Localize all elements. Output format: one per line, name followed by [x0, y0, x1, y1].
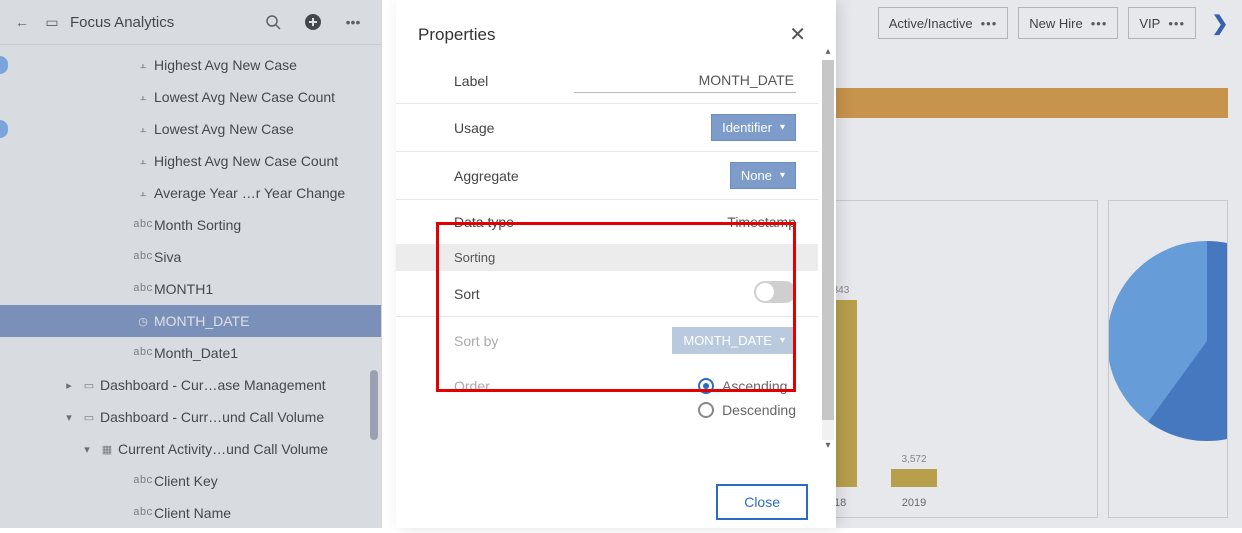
usage-field-label: Usage: [454, 120, 574, 136]
usage-value: Identifier: [722, 120, 772, 135]
usage-row: Usage Identifier ▾: [396, 104, 818, 152]
explorer-sidebar: ← ▭ Focus Analytics ••• Highest Avg New …: [0, 0, 382, 528]
tree-item[interactable]: Average Year …r Year Change: [0, 177, 381, 209]
label-field-label: Label: [454, 73, 574, 89]
sortby-value: MONTH_DATE: [683, 333, 772, 348]
tree-item-label: Lowest Avg New Case Count: [154, 89, 371, 105]
tree-item[interactable]: abcClient Name: [0, 497, 381, 529]
tree-item-label: Month_Date1: [154, 345, 371, 361]
sort-row: Sort: [396, 271, 818, 317]
tree-item[interactable]: Highest Avg New Case: [0, 49, 381, 81]
bar[interactable]: 3,572: [888, 454, 940, 487]
tree-item[interactable]: Highest Avg New Case Count: [0, 145, 381, 177]
aggregate-value: None: [741, 168, 772, 183]
add-icon[interactable]: [301, 10, 325, 34]
field-tree: Highest Avg New Case Lowest Avg New Case …: [0, 45, 381, 533]
order-asc-label: Ascending: [722, 378, 787, 394]
label-row: Label: [396, 58, 818, 104]
tree-item[interactable]: ▾Dashboard - Curr…und Call Volume: [0, 401, 381, 433]
search-icon[interactable]: [261, 10, 285, 34]
chevron-down-icon: ▾: [780, 170, 785, 181]
tree-item[interactable]: abcSiva: [0, 241, 381, 273]
radio-icon: [698, 378, 714, 394]
tree-item-label: Highest Avg New Case: [154, 57, 371, 73]
datatype-field-label: Data type: [454, 214, 574, 230]
more-icon[interactable]: •••: [341, 10, 365, 34]
pie-chart-card[interactable]: [1108, 200, 1228, 518]
order-row: Order Ascending Descending: [396, 364, 818, 428]
order-desc-label: Descending: [722, 402, 796, 418]
scrollbar-thumb[interactable]: [370, 370, 378, 440]
chevron-down-icon: ▾: [780, 122, 785, 133]
tree-item-label: Client Name: [154, 505, 371, 521]
tree-item-label: Siva: [154, 249, 371, 265]
x-tick-label: 2019: [888, 497, 940, 509]
bar-value-label: 3,572: [901, 454, 926, 465]
order-ascending-option[interactable]: Ascending: [698, 378, 787, 394]
tree-item-label: Lowest Avg New Case: [154, 121, 371, 137]
sort-field-label: Sort: [454, 286, 574, 302]
tree-item[interactable]: Lowest Avg New Case Count: [0, 81, 381, 113]
pie-chart: [1108, 241, 1228, 441]
order-field-label: Order: [454, 378, 574, 394]
tree-item[interactable]: abcMonth Sorting: [0, 209, 381, 241]
tree-item-label: Client Key: [154, 473, 371, 489]
tree-item-label: MONTH1: [154, 281, 371, 297]
filter-chip[interactable]: Active/Inactive •••: [878, 7, 1008, 39]
tree-item-label: Highest Avg New Case Count: [154, 153, 371, 169]
panel-title: Properties: [418, 25, 495, 45]
sortby-field-label: Sort by: [454, 333, 574, 349]
aggregate-field-label: Aggregate: [454, 168, 574, 184]
label-input[interactable]: [574, 68, 796, 93]
tree-item[interactable]: abcClient Key: [0, 465, 381, 497]
tree-item-label: Dashboard - Curr…und Call Volume: [100, 409, 371, 425]
more-icon[interactable]: •••: [1091, 16, 1108, 31]
close-button[interactable]: Close: [716, 484, 808, 520]
aggregate-row: Aggregate None ▾: [396, 152, 818, 200]
tree-item[interactable]: ▾Current Activity…und Call Volume: [0, 433, 381, 465]
tree-item[interactable]: abcMonth_Date1: [0, 337, 381, 369]
panel-scrollbar[interactable]: ▴ ▾: [822, 60, 834, 440]
order-descending-option[interactable]: Descending: [698, 402, 796, 418]
sidebar-header: ← ▭ Focus Analytics •••: [0, 0, 381, 45]
tree-item-label: Dashboard - Cur…ase Management: [100, 377, 371, 393]
datatype-value: Timestamp: [574, 214, 796, 230]
chevron-down-icon: ▾: [780, 335, 785, 346]
usage-dropdown[interactable]: Identifier ▾: [711, 114, 796, 141]
tree-item[interactable]: Lowest Avg New Case: [0, 113, 381, 145]
tree-item-label: Average Year …r Year Change: [154, 185, 371, 201]
filter-chip[interactable]: VIP •••: [1128, 7, 1196, 39]
filter-label: Active/Inactive: [889, 16, 973, 31]
properties-panel: Properties ✕ Label Usage Identifier ▾ Ag…: [396, 0, 836, 528]
tree-item-label: MONTH_DATE: [154, 313, 371, 329]
sidebar-title: Focus Analytics: [70, 14, 261, 31]
tree-item[interactable]: MONTH_DATE: [0, 305, 381, 337]
datasource-icon: ▭: [40, 10, 64, 34]
tree-item-label: Current Activity…und Call Volume: [118, 441, 371, 457]
chevron-right-icon[interactable]: ❯: [1206, 9, 1234, 37]
tree-item[interactable]: ▸Dashboard - Cur…ase Management: [0, 369, 381, 401]
filter-label: VIP: [1139, 16, 1160, 31]
sortby-dropdown[interactable]: MONTH_DATE ▾: [672, 327, 796, 354]
aggregate-dropdown[interactable]: None ▾: [730, 162, 796, 189]
sort-toggle[interactable]: [754, 281, 796, 303]
radio-icon: [698, 402, 714, 418]
more-icon[interactable]: •••: [1168, 16, 1185, 31]
close-icon[interactable]: ✕: [781, 18, 814, 51]
filter-label: New Hire: [1029, 16, 1082, 31]
datatype-row: Data type Timestamp: [396, 200, 818, 244]
sortby-row: Sort by MONTH_DATE ▾: [396, 317, 818, 364]
sorting-section-header: Sorting: [396, 244, 818, 271]
more-icon[interactable]: •••: [981, 16, 998, 31]
tree-item[interactable]: abcMONTH1: [0, 273, 381, 305]
filter-chip[interactable]: New Hire •••: [1018, 7, 1118, 39]
tree-item-label: Month Sorting: [154, 217, 371, 233]
back-icon[interactable]: ←: [10, 10, 34, 34]
